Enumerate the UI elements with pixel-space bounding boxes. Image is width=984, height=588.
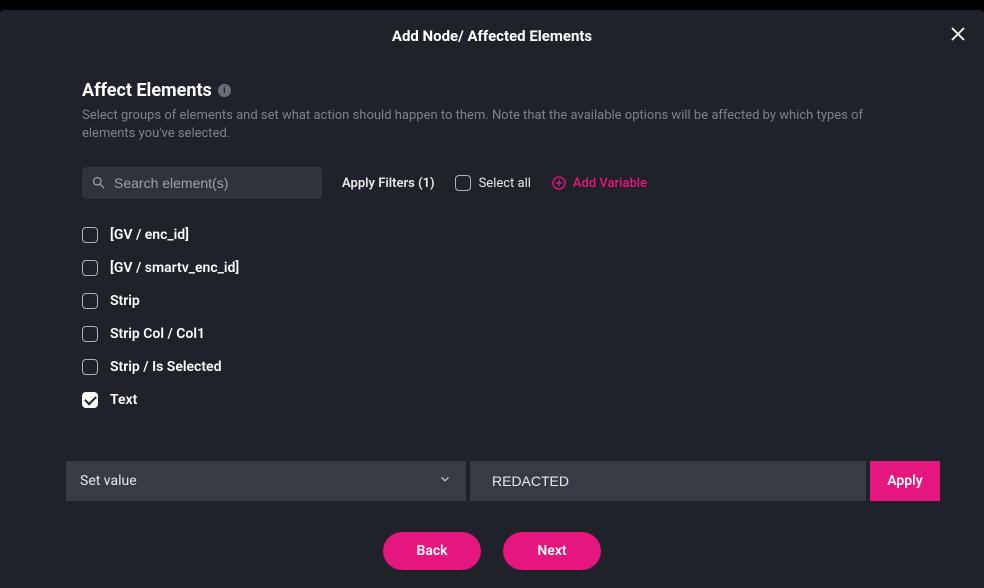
element-row[interactable]: Text [82,392,902,408]
element-label: Strip Col / Col1 [110,326,205,342]
element-row[interactable]: Strip / Is Selected [82,359,902,375]
element-row[interactable]: [GV / enc_id] [82,227,902,243]
element-label: [GV / smartv_enc_id] [110,260,239,276]
apply-button[interactable]: Apply [870,461,940,501]
element-label: [GV / enc_id] [110,227,189,243]
checkbox-icon [82,359,98,375]
checkbox-icon [82,326,98,342]
action-select[interactable]: Set value [66,461,466,501]
element-label: Strip [110,293,140,309]
select-all-label: Select all [479,176,531,191]
element-row[interactable]: [GV / smartv_enc_id] [82,260,902,276]
action-select-label: Set value [80,473,137,489]
action-bar: Set value Apply [66,461,940,501]
next-button[interactable]: Next [503,532,601,570]
add-variable-button[interactable]: Add Variable [551,175,647,191]
plus-circle-icon [551,175,567,191]
checkbox-icon [82,227,98,243]
checkbox-icon [82,293,98,309]
nav-row: Back Next [0,532,984,570]
section-title-text: Affect Elements [82,80,212,101]
element-row[interactable]: Strip [82,293,902,309]
checkbox-icon [82,392,98,408]
elements-list: [GV / enc_id] [GV / smartv_enc_id] Strip St… [82,227,902,408]
search-icon [91,175,106,190]
search-wrap [82,167,322,199]
checkbox-icon [455,175,471,191]
action-value-input[interactable] [470,461,866,501]
checkbox-icon [82,260,98,276]
select-all-checkbox[interactable]: Select all [455,175,531,191]
section-title: Affect Elements i [82,80,902,101]
back-button[interactable]: Back [383,532,481,570]
toolbar: Apply Filters (1) Select all Add Variabl… [82,167,902,199]
section-head: Affect Elements i Select groups of eleme… [82,80,902,143]
apply-filters-link[interactable]: Apply Filters (1) [342,176,435,191]
element-label: Strip / Is Selected [110,359,221,375]
chevron-down-icon [438,472,452,490]
dialog: Add Node/ Affected Elements Affect Eleme… [0,10,984,588]
close-icon [949,25,967,47]
search-input[interactable] [82,167,322,199]
affect-elements-section: Affect Elements i Select groups of eleme… [0,80,984,408]
element-row[interactable]: Strip Col / Col1 [82,326,902,342]
add-variable-label: Add Variable [573,176,647,191]
dialog-header: Add Node/ Affected Elements [0,10,984,62]
element-label: Text [110,392,137,408]
dialog-title: Add Node/ Affected Elements [392,27,592,45]
close-button[interactable] [946,24,970,48]
section-description: Select groups of elements and set what a… [82,107,902,143]
info-icon[interactable]: i [218,84,231,97]
